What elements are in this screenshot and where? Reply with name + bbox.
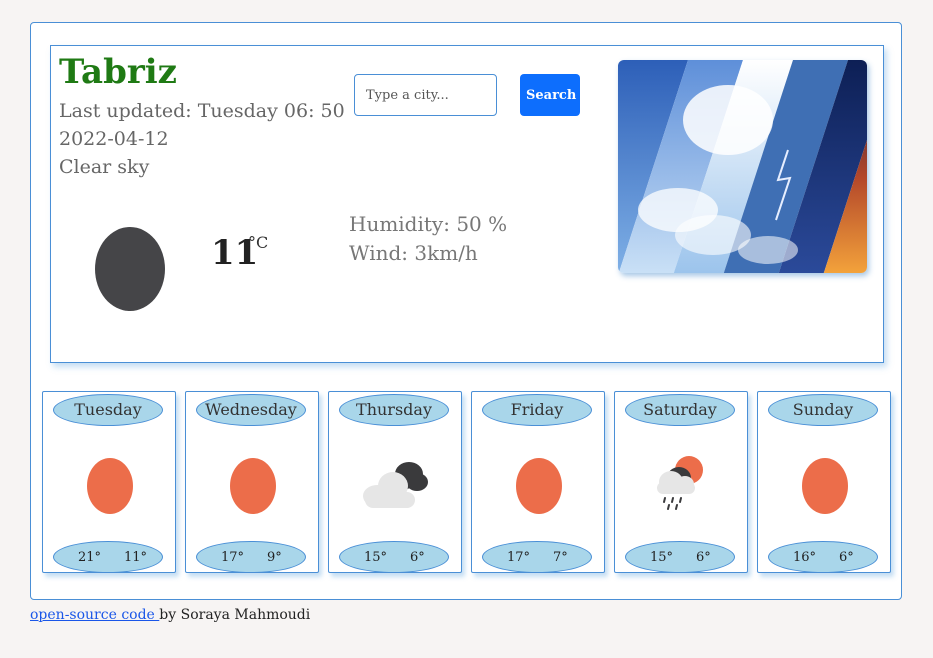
forecast-max: 15° — [650, 550, 674, 565]
search-button[interactable]: Search — [520, 74, 580, 116]
forecast-card: Thursday 15° 6° — [328, 391, 462, 573]
forecast-temps: 15° 6° — [625, 541, 735, 573]
forecast-day: Friday — [482, 394, 592, 426]
temperature-unit[interactable]: °C — [248, 233, 268, 252]
forecast-max: 15° — [364, 550, 388, 565]
sun-icon — [516, 458, 562, 514]
forecast-max: 21° — [78, 550, 102, 565]
forecast-day: Thursday — [339, 394, 449, 426]
forecast-max: 16° — [793, 550, 817, 565]
city-search-input[interactable] — [354, 74, 497, 116]
weather-hero-image — [618, 60, 867, 273]
sun-icon — [87, 458, 133, 514]
forecast-min: 9° — [267, 550, 282, 565]
forecast-min: 6° — [696, 550, 711, 565]
cloud-icon — [363, 462, 428, 508]
author-credit: by Soraya Mahmoudi — [159, 607, 311, 623]
forecast-card: Friday 17° 7° — [471, 391, 605, 573]
sun-icon — [802, 458, 848, 514]
forecast-min: 7° — [553, 550, 568, 565]
sun-icon — [230, 458, 276, 514]
forecast-min: 6° — [839, 550, 854, 565]
forecast-day: Wednesday — [196, 394, 306, 426]
forecast-min: 11° — [124, 550, 148, 565]
forecast-card: Tuesday 21° 11° — [42, 391, 176, 573]
forecast-card: Sunday 16° 6° — [757, 391, 891, 573]
current-date: 2022-04-12 — [59, 128, 169, 150]
current-weather-panel: Tabriz Last updated: Tuesday 06: 50 2022… — [50, 45, 884, 363]
forecast-temps: 17° 7° — [482, 541, 592, 573]
forecast-card: Wednesday 17° 9° — [185, 391, 319, 573]
forecast-min: 6° — [410, 550, 425, 565]
forecast-max: 17° — [221, 550, 245, 565]
forecast-temps: 16° 6° — [768, 541, 878, 573]
weather-details: Humidity: 50 % Wind: 3km/h — [349, 210, 507, 268]
forecast-temps: 17° 9° — [196, 541, 306, 573]
forecast-card: Saturday 15° 6° — [614, 391, 748, 573]
forecast-day: Saturday — [625, 394, 735, 426]
sun-rain-icon — [657, 456, 703, 510]
city-name: Tabriz — [59, 52, 177, 92]
current-weather-icon — [95, 227, 165, 311]
forecast-temps: 21° 11° — [53, 541, 163, 573]
forecast-temps: 15° 6° — [339, 541, 449, 573]
weather-app: Tabriz Last updated: Tuesday 06: 50 2022… — [30, 22, 902, 600]
humidity: Humidity: 50 % — [349, 212, 508, 236]
weather-description: Clear sky — [59, 156, 150, 178]
forecast-day: Sunday — [768, 394, 878, 426]
forecast-day: Tuesday — [53, 394, 163, 426]
forecast-max: 17° — [507, 550, 531, 565]
footer: open-source code by Soraya Mahmoudi — [30, 607, 310, 623]
source-code-link[interactable]: open-source code — [30, 607, 159, 623]
wind: Wind: 3km/h — [349, 241, 478, 265]
last-updated: Last updated: Tuesday 06: 50 — [59, 100, 345, 122]
